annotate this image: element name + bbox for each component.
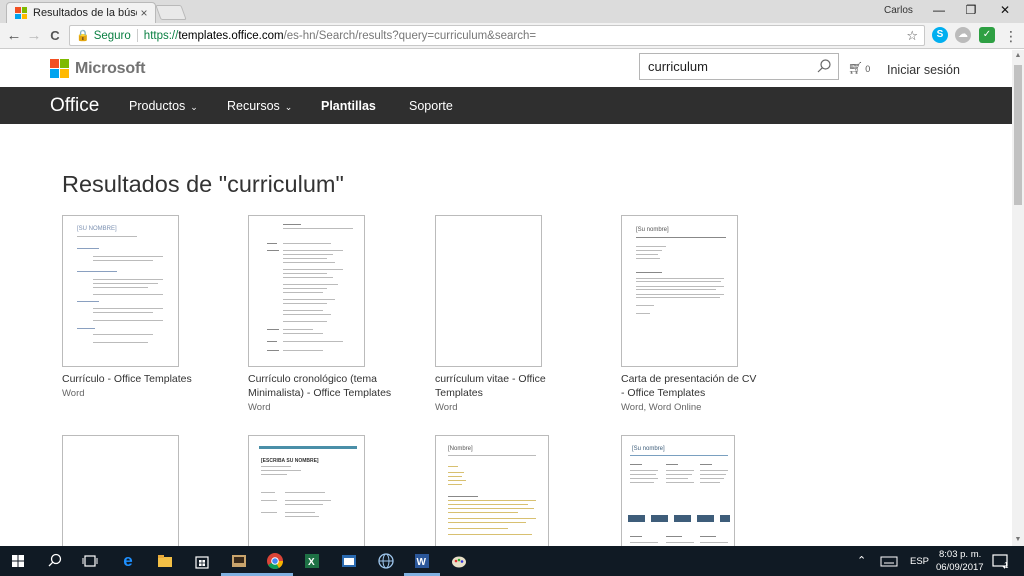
language-indicator[interactable]: ESP xyxy=(910,556,929,567)
browser-tab-strip: Resultados de la búsqued × Carlos — ❐ ✕ xyxy=(0,0,1024,23)
results-heading: Resultados de "curriculum" xyxy=(62,171,344,197)
template-title[interactable]: currículum vitae - Office Templates xyxy=(435,372,560,400)
signin-link[interactable]: Iniciar sesión xyxy=(887,63,960,77)
template-thumbnail[interactable]: [Su nombre] xyxy=(621,435,735,555)
template-thumbnail[interactable] xyxy=(248,215,365,367)
template-title[interactable]: Currículo - Office Templates xyxy=(62,372,192,386)
excel-icon[interactable]: X xyxy=(302,551,322,571)
template-app: Word xyxy=(62,388,85,399)
scroll-up-arrow-icon[interactable]: ▲ xyxy=(1012,50,1024,62)
bookmark-star-icon[interactable]: ☆ xyxy=(906,28,918,44)
skype-extension-icon[interactable]: S xyxy=(932,27,948,43)
tab-title: Resultados de la búsqued xyxy=(33,7,137,19)
thumb-name-text: [SU NOMBRE] xyxy=(77,226,117,232)
search-input-value: curriculum xyxy=(648,59,708,74)
close-window-button[interactable]: ✕ xyxy=(988,0,1022,20)
template-title[interactable]: Carta de presentación de CV - Office Tem… xyxy=(621,372,761,400)
chrome-icon[interactable] xyxy=(265,551,285,571)
scroll-down-arrow-icon[interactable]: ▼ xyxy=(1012,534,1024,546)
clock-date[interactable]: 06/09/2017 xyxy=(936,562,984,573)
search-input[interactable]: curriculum xyxy=(639,53,839,80)
clock-time[interactable]: 8:03 p. m. xyxy=(939,549,981,560)
template-thumbnail[interactable]: [SU NOMBRE] xyxy=(62,215,179,367)
nav-item-label: Productos xyxy=(129,99,186,113)
microsoft-favicon-icon xyxy=(15,7,27,19)
svg-text:X: X xyxy=(308,557,315,568)
cart-icon: 🛒︎ xyxy=(848,61,864,75)
office-brand-link[interactable]: Office xyxy=(50,95,99,117)
new-tab-button[interactable] xyxy=(155,5,187,20)
back-button[interactable]: ← xyxy=(4,26,24,46)
office-nav-bar: Office Productos ⌄ Recursos ⌄ Plantillas S… xyxy=(0,87,1012,124)
template-thumbnail[interactable]: [Su nombre] xyxy=(621,215,738,367)
cloud-extension-icon[interactable]: ☁ xyxy=(955,27,971,43)
template-app: Word xyxy=(435,402,458,413)
microsoft-logo-icon xyxy=(50,59,69,78)
windows-taskbar: e X W ⌃ ESP 8:03 p. m. 06/09/2017 1 xyxy=(0,546,1024,576)
notification-count: 1 xyxy=(1004,561,1009,570)
cart-count: 0 xyxy=(865,64,871,74)
address-bar[interactable]: 🔒 Seguro https:// templates.office.com /… xyxy=(69,25,925,46)
globe-icon[interactable] xyxy=(376,551,396,571)
nav-item-soporte[interactable]: Soporte xyxy=(409,99,453,113)
scroll-thumb[interactable] xyxy=(1014,65,1022,205)
search-icon[interactable] xyxy=(45,551,65,571)
microsoft-wordmark: Microsoft xyxy=(75,59,146,77)
tab-close-icon[interactable]: × xyxy=(137,6,151,20)
template-app: Word, Word Online xyxy=(621,402,702,413)
file-explorer-icon[interactable] xyxy=(155,551,175,571)
svg-text:W: W xyxy=(417,557,427,568)
restore-button[interactable]: ❐ xyxy=(954,0,988,20)
browser-toolbar: ← → C 🔒 Seguro https:// templates.office… xyxy=(0,23,1024,49)
template-app: Word xyxy=(248,402,271,413)
template-thumbnail[interactable] xyxy=(435,215,542,367)
store-icon[interactable] xyxy=(192,551,212,571)
microsoft-logo[interactable]: Microsoft xyxy=(50,59,145,78)
template-thumbnail[interactable]: [ESCRIBA SU NOMBRE] xyxy=(248,435,365,555)
url-host: templates.office.com xyxy=(178,29,284,42)
edge-browser-icon[interactable]: e xyxy=(118,551,138,571)
url-path: /es-hn/Search/results?query=curriculum&s… xyxy=(283,29,537,42)
lock-icon: 🔒 xyxy=(76,30,90,42)
chevron-down-icon: ⌄ xyxy=(284,102,293,112)
nav-item-productos[interactable]: Productos ⌄ xyxy=(129,99,198,113)
word-icon[interactable]: W xyxy=(412,551,432,571)
photo-app-icon[interactable] xyxy=(229,551,249,571)
template-thumbnail[interactable]: [Nombre] xyxy=(435,435,549,555)
green-extension-icon[interactable]: ✓ xyxy=(979,27,995,43)
template-thumbnail[interactable] xyxy=(62,435,179,555)
paint-icon[interactable] xyxy=(449,551,469,571)
thumb-name-text: [Su nombre] xyxy=(632,446,665,452)
thumb-name-text: [Su nombre] xyxy=(636,227,669,233)
browser-tab[interactable]: Resultados de la búsqued × xyxy=(6,2,156,23)
reload-button[interactable]: C xyxy=(45,26,65,46)
nav-item-label: Recursos xyxy=(227,99,280,113)
microsoft-header: Microsoft curriculum 🛒︎ 0 Iniciar sesión xyxy=(0,50,1012,87)
search-icon[interactable] xyxy=(816,58,832,74)
chevron-down-icon: ⌄ xyxy=(190,102,198,112)
cart-button[interactable]: 🛒︎ 0 xyxy=(848,61,870,75)
browser-profile-name[interactable]: Carlos xyxy=(884,5,913,16)
nav-item-recursos[interactable]: Recursos ⌄ xyxy=(227,99,292,113)
browser-menu-icon[interactable]: ⋮ xyxy=(1001,26,1021,46)
system-tray-chevron-icon[interactable]: ⌃ xyxy=(857,554,866,567)
secure-label: Seguro xyxy=(93,29,131,42)
forward-button[interactable]: → xyxy=(24,26,44,46)
minimize-button[interactable]: — xyxy=(922,0,956,20)
url-scheme: https:// xyxy=(143,29,179,42)
start-windows-icon[interactable] xyxy=(8,551,28,571)
address-divider xyxy=(136,29,138,42)
thumb-name-text: [ESCRIBA SU NOMBRE] xyxy=(261,458,319,464)
template-title[interactable]: Currículo cronológico (tema Minimalista)… xyxy=(248,372,393,400)
task-view-icon[interactable] xyxy=(80,551,100,571)
keyboard-icon[interactable] xyxy=(879,551,899,571)
nav-item-plantillas[interactable]: Plantillas xyxy=(321,99,376,113)
thumb-name-text: [Nombre] xyxy=(448,446,473,452)
app-window-icon[interactable] xyxy=(339,551,359,571)
page-scrollbar[interactable]: ▲ ▼ xyxy=(1012,50,1024,546)
